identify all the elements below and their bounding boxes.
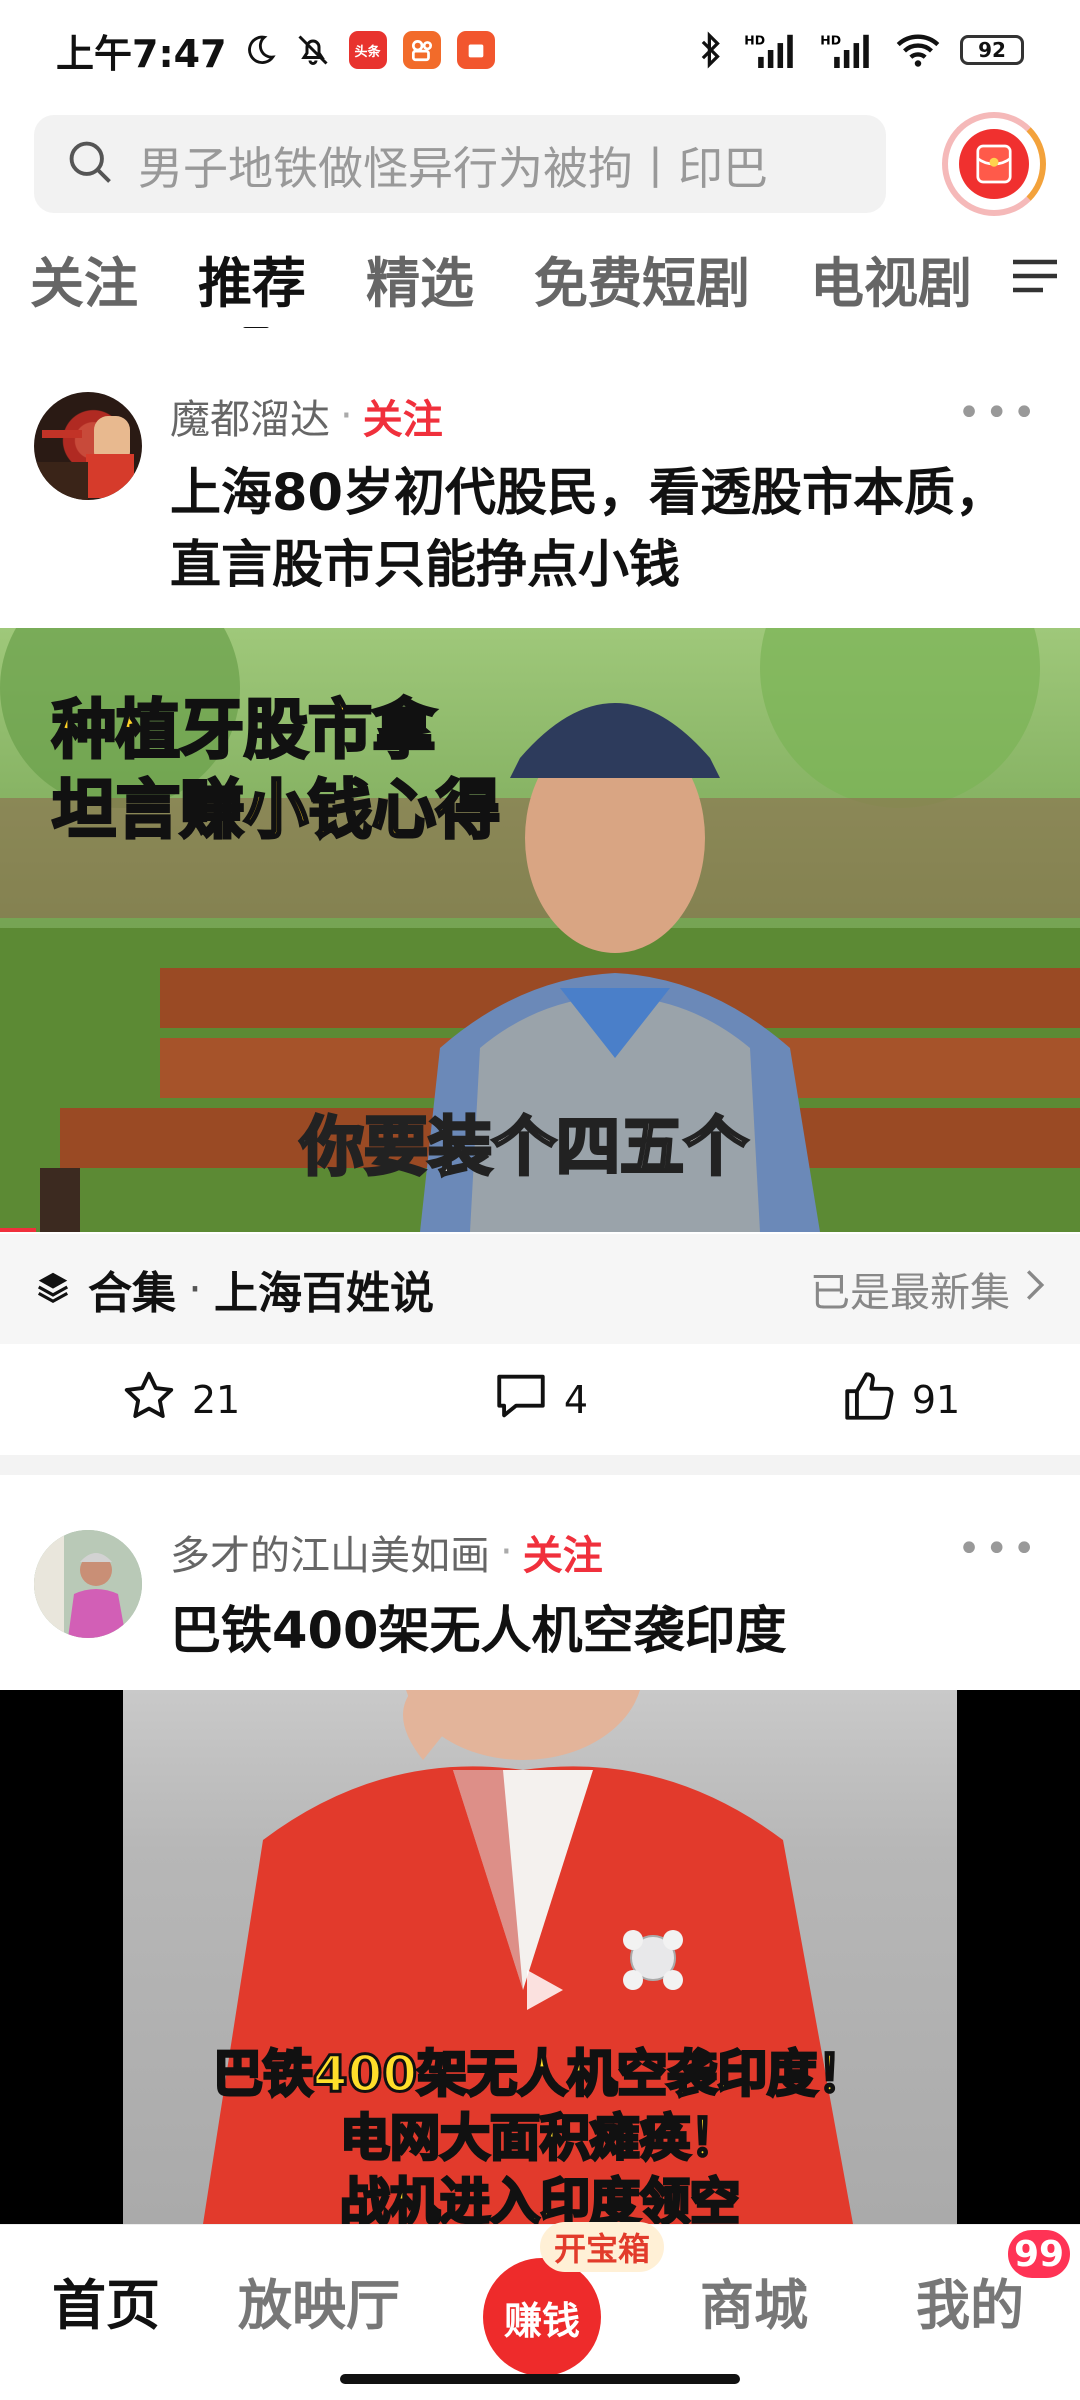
author-name[interactable]: 魔都溜达 [170,387,330,445]
like-count: 91 [911,1378,961,1422]
post-title-line-2: 直言股市只能挣点小钱 [170,536,681,595]
moon-icon [243,33,277,67]
search-input[interactable]: 男子地铁做怪异行为被拘丨印巴 [34,115,886,213]
video-frame: 巴铁400架无人机空袭印度！ 电网大面积瘫痪！ 战机进入印度领空 [123,1690,957,2224]
svg-text:HD: HD [744,32,765,47]
home-indicator[interactable] [340,2374,740,2384]
signal-hd-icon-1: HD [744,32,800,68]
like-button[interactable]: 91 [720,1367,1080,1434]
follow-button[interactable]: 关注 [523,1523,603,1581]
kuaishou-app-icon [402,31,441,69]
bluetooth-icon [698,30,724,70]
search-placeholder: 男子地铁做怪异行为被拘丨印巴 [138,141,769,195]
video-overlay-line-2: 坦言赚小钱心得 [51,773,502,850]
status-time: 上午7:47 [56,31,227,76]
collection-name: 上海百姓说 [214,1268,434,1319]
feed-divider [0,1455,1080,1475]
video-overlay-line-1: 巴铁400架无人机空袭印度！ [211,2044,868,2105]
video-subtitle: 你要装个四五个 [299,1110,750,1187]
video-player-1[interactable]: 种植牙股市拿 坦言赚小钱心得 你要装个四五个 [0,628,1080,1232]
author-row: 多才的江山美如画 · 关注 [170,1524,603,1580]
chevron-right-icon [1024,1266,1046,1312]
tab-follow[interactable]: 关注 [30,239,138,318]
video-progress-bar [0,1228,36,1232]
collection-latest-label: 已是最新集 [810,1270,1010,1316]
channel-tabs: 关注 推荐 精选 免费短剧 电视剧 [0,228,1080,328]
post-title[interactable]: 上海80岁初代股民，看透股市本质， 直言股市只能挣点小钱 [170,458,1050,602]
more-options-button[interactable]: ••• [957,390,1040,436]
tab-free-short-drama[interactable]: 免费短剧 [534,239,750,318]
red-packet-icon [959,129,1029,199]
app-notification-icon [456,31,495,69]
follow-button[interactable]: 关注 [363,387,443,445]
svg-text:HD: HD [820,32,841,47]
battery-indicator: 92 [960,35,1024,65]
video-overlay-line-1: 种植牙股市拿 [51,693,438,770]
post-title-line-1: 上海80岁初代股民，看透股市本质， [170,464,1006,523]
video-player-2[interactable]: 巴铁400架无人机空袭印度！ 电网大面积瘫痪！ 战机进入印度领空 [0,1690,1080,2224]
layers-icon [34,1268,72,1310]
comment-button[interactable]: 4 [360,1367,720,1434]
toutiao-app-icon: 头条 [348,31,387,69]
nav-mall[interactable]: 商城 [700,2261,808,2340]
thumbs-up-icon [840,1367,898,1434]
menu-icon [1009,254,1061,302]
author-row: 魔都溜达 · 关注 [170,388,443,444]
star-icon [120,1367,178,1434]
separator-dot: · [340,393,353,439]
nav-theater[interactable]: 放映厅 [238,2261,400,2340]
author-avatar[interactable] [34,392,142,500]
post-actions: 21 4 91 [0,1345,1080,1455]
search-icon [64,136,116,192]
favorite-count: 21 [191,1378,241,1422]
search-row: 男子地铁做怪异行为被拘丨印巴 [34,112,1046,216]
red-packet-button[interactable] [942,112,1046,216]
collection-prefix: 合集 [88,1268,176,1319]
post-title[interactable]: 巴铁400架无人机空袭印度 [170,1596,1050,1668]
tab-recommend[interactable]: 推荐 [198,239,306,328]
nav-home[interactable]: 首页 [52,2261,160,2340]
comment-icon [492,1367,550,1434]
author-avatar[interactable] [34,1530,142,1638]
video-overlay-line-2: 电网大面积瘫痪！ [339,2108,742,2169]
separator-dot: · [500,1529,513,1575]
mute-icon [293,32,333,68]
tab-selected[interactable]: 精选 [366,239,474,318]
collection-separator: · [188,1263,202,1315]
treasure-box-tag[interactable]: 开宝箱 [540,2222,665,2272]
channel-menu-button[interactable] [990,228,1080,328]
wifi-icon [896,32,940,68]
video-overlay-line-3: 战机进入印度领空 [339,2172,742,2225]
collection-latest: 已是最新集 [810,1260,1046,1318]
more-options-button[interactable]: ••• [957,1526,1040,1572]
notification-badge: 99 [1004,2226,1074,2282]
nav-me[interactable]: 我的 [916,2261,1024,2340]
author-name[interactable]: 多才的江山美如画 [170,1523,490,1581]
status-bar: 上午7:47 头条 HD HD 92 [0,0,1080,100]
comment-count: 4 [563,1378,589,1422]
tab-tv-series[interactable]: 电视剧 [810,239,972,318]
collection-bar[interactable]: 合集 · 上海百姓说 已是最新集 [0,1234,1080,1344]
nav-earn-button[interactable]: 赚钱 [483,2258,601,2376]
signal-hd-icon-2: HD [820,32,876,68]
favorite-button[interactable]: 21 [0,1367,360,1434]
